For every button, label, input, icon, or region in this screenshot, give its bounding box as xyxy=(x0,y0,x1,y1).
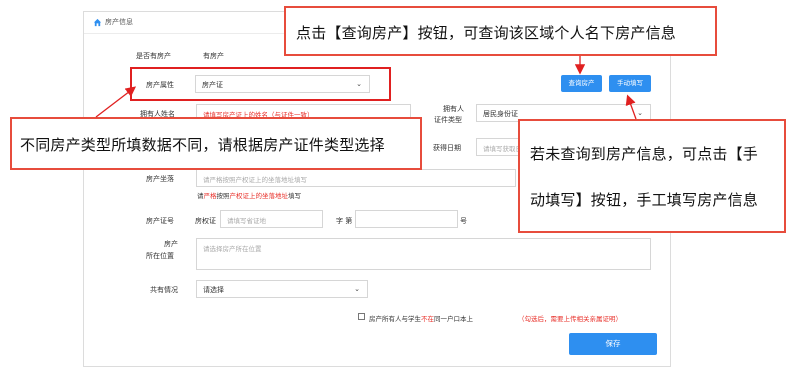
owner-id-type-label-2: 证件类型 xyxy=(434,116,462,124)
annotation-left: 不同房产类型所填数据不同，请根据房产证件类型选择 xyxy=(10,117,422,170)
manual-fill-button[interactable]: 手动填写 xyxy=(609,75,651,92)
checkbox-label-pre: 房产所有人与学生 xyxy=(369,315,421,323)
chevron-down-icon: ⌄ xyxy=(637,109,643,117)
annotation-right-text-2: 动填写】按钮，手工填写房产信息 xyxy=(530,191,759,209)
save-button[interactable]: 保存 xyxy=(569,333,657,355)
acquire-date-label: 获得日期 xyxy=(433,144,461,152)
checkbox-label-post: 同一户口本上 xyxy=(434,315,473,323)
cert-no-label: 房产证号 xyxy=(146,217,174,225)
property-attr-highlight xyxy=(130,67,391,101)
property-location-hint: 请严格按照产权证上的坐落地址填写 xyxy=(197,190,301,200)
checkbox-label: 房产所有人与学生不在同一户口本上 xyxy=(369,313,473,323)
co-ownership-select[interactable]: 请选择 ⌄ xyxy=(196,280,368,298)
annotation-right-text-1: 若未查询到房产信息，可点击【手 xyxy=(530,145,759,163)
cert-prefix: 房权证 xyxy=(195,217,216,225)
home-icon xyxy=(93,18,102,27)
not-same-household-checkbox[interactable] xyxy=(358,313,365,320)
hint-suffix: 填写 xyxy=(288,192,301,200)
annotation-top-text: 点击【查询房产】按钮，可查询该区域个人名下房产信息 xyxy=(296,24,677,42)
co-ownership-label: 共有情况 xyxy=(150,286,178,294)
hint-mid: 按照 xyxy=(216,192,230,200)
annotation-top: 点击【查询房产】按钮，可查询该区域个人名下房产信息 xyxy=(284,6,717,56)
checkbox-note: （勾选后，需要上传相关亲属证明） xyxy=(518,315,622,323)
annotation-right: 若未查询到房产信息，可点击【手 动填写】按钮，手工填写房产信息 xyxy=(518,119,786,233)
address-label-1: 房产 xyxy=(164,240,178,248)
cert-region-input[interactable]: 请填写省证地 xyxy=(220,210,323,228)
cert-suffix: 号 xyxy=(460,217,467,225)
cert-number-input[interactable] xyxy=(355,210,458,228)
co-ownership-value: 请选择 xyxy=(203,286,224,294)
query-property-button[interactable]: 查询房产 xyxy=(561,75,602,92)
property-location-label: 房产坐落 xyxy=(146,175,174,183)
has-property-label: 是否有房产 xyxy=(136,52,171,60)
chevron-down-icon: ⌄ xyxy=(354,285,360,293)
address-textarea[interactable]: 请选择房产所在位置 xyxy=(196,238,651,270)
hint-red-strict: 严格 xyxy=(203,192,217,200)
owner-id-type-value: 居民身份证 xyxy=(483,110,518,118)
cert-mid-text: 字 第 xyxy=(336,217,353,225)
address-label-2: 所在位置 xyxy=(146,252,174,260)
property-location-input[interactable]: 请严格按照产权证上的坐落地址填写 xyxy=(196,169,516,187)
annotation-left-text: 不同房产类型所填数据不同，请根据房产证件类型选择 xyxy=(20,136,385,154)
has-property-value: 有房产 xyxy=(203,52,224,60)
checkbox-label-red: 不在 xyxy=(421,315,434,323)
owner-id-type-label-1: 拥有人 xyxy=(443,105,464,113)
hint-red-address: 产权证上的坐落地址 xyxy=(229,192,289,200)
panel-title: 房产信息 xyxy=(105,18,133,26)
